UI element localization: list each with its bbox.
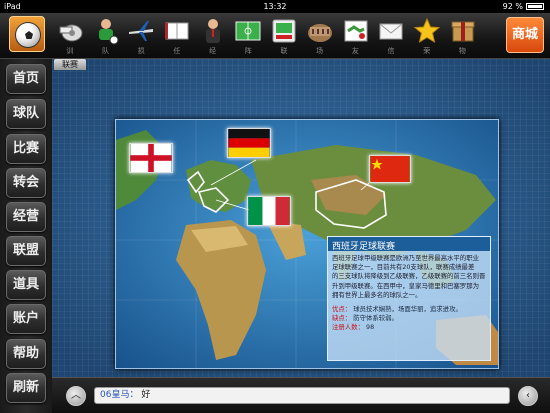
top-toolbar: 训 队 损 任 经 阵 联 场 友 信 荣 物 商城 — [0, 13, 550, 59]
tool-tasks[interactable]: 任 — [159, 15, 195, 57]
star-icon — [413, 17, 441, 44]
chat-sender: 06皇马 — [100, 390, 130, 400]
manager-icon — [205, 19, 220, 43]
book-icon — [165, 22, 189, 40]
airplane-icon — [129, 21, 154, 41]
chevron-up-icon[interactable]: ︿ — [66, 386, 86, 406]
sidebar-item-match[interactable]: 比赛 — [6, 134, 46, 164]
status-bar: iPad 13:32 92 % — [0, 0, 550, 13]
tool-mail[interactable]: 信 — [373, 15, 409, 57]
desc-line: 的三支球队将降级到乙级联赛，乙级联赛的前三名则晋 — [332, 272, 486, 281]
sidebar-item-home[interactable]: 首页 — [6, 64, 46, 94]
tool-formation[interactable]: 阵 — [230, 15, 266, 57]
england-flag[interactable] — [129, 143, 173, 173]
league-info-panel: 西班牙足球联赛 西班牙足球甲级联赛是欧洲乃至世界最高水平的职业 足球联赛之一，目… — [327, 236, 491, 361]
desc-line: 西班牙足球甲级联赛是欧洲乃至世界最高水平的职业 — [332, 254, 479, 262]
pros-value: 球员技术娴熟，场面华丽，追求进攻。 — [353, 305, 462, 314]
sidebar-item-alliance[interactable]: 联盟 — [6, 236, 46, 266]
whistle-icon — [59, 24, 83, 42]
tool-label: 物 — [458, 47, 466, 55]
tool-label: 损 — [137, 47, 145, 55]
colosseum-icon — [307, 24, 332, 42]
chat-message: 好 — [141, 390, 151, 400]
sidebar-item-transfer[interactable]: 转会 — [6, 168, 46, 198]
battery-percent: 92 % — [502, 2, 523, 11]
battery-icon — [526, 3, 544, 10]
desc-line: 拥有世界上最多名的球队之一。 — [332, 290, 422, 299]
count-label: 注册人数 — [332, 323, 358, 332]
league-icon — [272, 19, 296, 43]
tool-label: 联 — [280, 47, 288, 55]
player-icon — [98, 19, 119, 45]
sidebar: 首页 球队 比赛 转会 经营 联盟 道具 账户 帮助 刷新 — [0, 59, 52, 413]
tool-items[interactable]: 物 — [445, 15, 481, 57]
italy-flag[interactable] — [247, 196, 291, 226]
tool-manager[interactable]: 经 — [195, 15, 231, 57]
tool-label: 任 — [173, 47, 181, 55]
tool-travel[interactable]: 损 — [123, 15, 159, 57]
tool-team[interactable]: 队 — [88, 15, 124, 57]
sidebar-item-help[interactable]: 帮助 — [6, 339, 46, 369]
tool-row: 训 队 损 任 经 阵 联 场 友 信 荣 物 — [52, 15, 480, 57]
china-flag[interactable] — [369, 155, 411, 183]
desc-line: 升到甲级联赛。在西甲中，皇家马德里和巴塞罗那为 — [332, 281, 479, 290]
tool-training[interactable]: 训 — [52, 15, 88, 57]
tool-stadium[interactable]: 场 — [302, 15, 338, 57]
sidebar-item-business[interactable]: 经营 — [6, 202, 46, 232]
count-value: 98 — [366, 323, 375, 332]
tool-league[interactable]: 联 — [266, 15, 302, 57]
tool-label: 经 — [209, 47, 217, 55]
battery-indicator: 92 % — [503, 0, 544, 13]
status-time: 13:32 — [263, 2, 287, 11]
tool-label: 荣 — [423, 47, 431, 55]
sidebar-item-refresh[interactable]: 刷新 — [6, 373, 46, 403]
tab-league[interactable]: 联赛 — [54, 59, 86, 70]
league-title: 西班牙足球联赛 — [328, 237, 490, 252]
pros-label: 优点 — [332, 305, 345, 314]
handshake-icon — [344, 20, 367, 42]
chevron-left-icon[interactable]: ‹ — [518, 386, 538, 406]
germany-flag[interactable] — [227, 128, 271, 158]
tool-label: 队 — [102, 47, 110, 55]
cons-row: 缺点： 防守体系较弱。 — [332, 314, 398, 323]
tool-friends[interactable]: 友 — [338, 15, 374, 57]
tool-honors[interactable]: 荣 — [409, 15, 445, 57]
box-icon — [451, 21, 475, 42]
shop-button[interactable]: 商城 — [506, 17, 544, 53]
cons-label: 缺点 — [332, 314, 345, 323]
tool-label: 训 — [66, 47, 74, 55]
tool-label: 场 — [316, 47, 324, 55]
pitch-icon — [235, 21, 261, 41]
pros-row: 优点： 球员技术娴熟，场面华丽，追求进攻。 — [332, 305, 462, 314]
chat-message-field[interactable]: 06皇马： 好 — [94, 387, 510, 404]
league-description: 西班牙足球甲级联赛是欧洲乃至世界最高水平的职业 足球联赛之一，目前共有20支球队… — [328, 251, 490, 300]
sidebar-item-props[interactable]: 道具 — [6, 270, 46, 300]
mail-icon — [379, 23, 403, 40]
count-row: 注册人数： 98 — [332, 323, 375, 332]
chat-bar: ︿ 06皇马： 好 ‹ — [52, 377, 550, 413]
sidebar-item-team[interactable]: 球队 — [6, 99, 46, 129]
soccer-ball-icon[interactable] — [9, 16, 45, 52]
cons-value: 防守体系较弱。 — [353, 314, 398, 323]
tool-label: 阵 — [244, 47, 252, 55]
tool-label: 信 — [387, 47, 395, 55]
tool-label: 友 — [351, 47, 359, 55]
sidebar-item-account[interactable]: 账户 — [6, 304, 46, 334]
